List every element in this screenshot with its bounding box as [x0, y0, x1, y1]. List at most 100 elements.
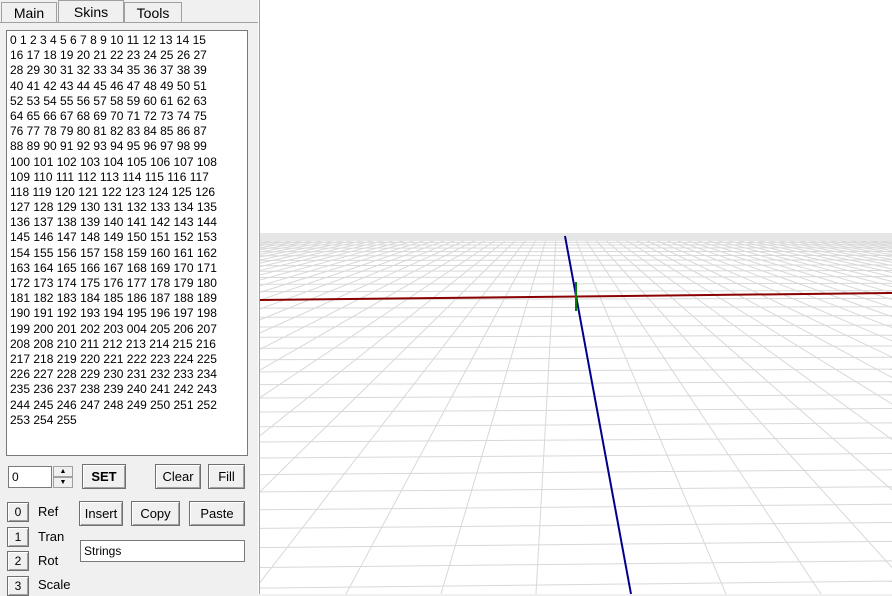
skin-list-line: 118 119 120 121 122 123 124 125 126 — [10, 185, 244, 200]
skin-list-line: 76 77 78 79 80 81 82 83 84 85 86 87 — [10, 124, 244, 139]
grid-line — [260, 423, 892, 427]
grid-line — [260, 382, 892, 385]
paste-button[interactable]: Paste — [189, 501, 245, 526]
ground-grid — [260, 0, 892, 594]
grid-line — [601, 236, 892, 594]
grid-line — [772, 236, 892, 594]
grid-line — [260, 236, 304, 594]
grid-line — [260, 487, 892, 492]
tab-skins-label: Skins — [74, 4, 108, 20]
skin-list-line: 208 208 210 211 212 213 214 215 216 — [10, 337, 244, 352]
grid-line — [260, 236, 340, 594]
fill-button[interactable]: Fill — [208, 464, 245, 489]
strings-value: Strings — [84, 544, 121, 558]
skin-number-value: 0 — [12, 470, 19, 484]
tab-divider — [0, 22, 258, 23]
skin-list-line: 100 101 102 103 104 105 106 107 108 — [10, 155, 244, 170]
insert-button[interactable]: Insert — [79, 501, 123, 526]
grid-line — [260, 236, 448, 594]
grid-line — [260, 236, 403, 594]
skin-list-line: 0 1 2 3 4 5 6 7 8 9 10 11 12 13 14 15 — [10, 33, 244, 48]
grid-line — [260, 236, 511, 594]
skin-list-line: 190 191 192 193 194 195 196 197 198 — [10, 306, 244, 321]
grid-line — [260, 236, 484, 594]
tab-skins[interactable]: Skins — [58, 0, 124, 22]
tab-main-label: Main — [14, 5, 44, 21]
grid-line — [260, 236, 376, 594]
grid-line — [536, 236, 556, 594]
grid-line — [260, 438, 892, 442]
tab-tools[interactable]: Tools — [124, 2, 182, 22]
grid-line — [718, 236, 892, 594]
skin-number-input[interactable]: 0 — [8, 466, 52, 488]
grid-line — [441, 236, 547, 594]
tab-main[interactable]: Main — [1, 2, 57, 22]
grid-line — [637, 236, 892, 594]
grid-line — [260, 581, 892, 588]
left-panel: Main Skins Tools 0 1 2 3 4 5 6 7 8 9 10 … — [0, 0, 258, 594]
strings-field[interactable]: Strings — [80, 540, 245, 562]
ref-key-button[interactable]: 0 — [7, 502, 29, 522]
skin-list-line: 16 17 18 19 20 21 22 23 24 25 26 27 — [10, 48, 244, 63]
ref-label: Ref — [38, 504, 58, 519]
grid-line — [709, 236, 892, 594]
grid-line — [260, 236, 529, 594]
grid-line — [260, 236, 385, 594]
z-axis-line — [565, 236, 631, 594]
tran-label: Tran — [38, 529, 64, 544]
copy-button[interactable]: Copy — [131, 501, 180, 526]
skin-list-line: 253 254 255 — [10, 413, 244, 428]
spin-up-arrow-icon[interactable]: ▲ — [53, 466, 73, 477]
skin-list-line: 109 110 111 112 113 114 115 116 117 — [10, 170, 244, 185]
skin-list-line: 217 218 219 220 221 222 223 224 225 — [10, 352, 244, 367]
rot-label: Rot — [38, 553, 58, 568]
grid-line — [808, 236, 892, 594]
grid-line — [260, 236, 358, 594]
set-button[interactable]: SET — [82, 464, 126, 489]
grid-line — [260, 236, 412, 594]
rot-key-button[interactable]: 2 — [7, 551, 29, 571]
scale-key-button[interactable]: 3 — [7, 576, 29, 596]
grid-line — [260, 335, 892, 337]
tran-key-button[interactable]: 1 — [7, 527, 29, 547]
skin-number-spinner: ▲ ▼ — [53, 466, 73, 488]
skin-list-line: 28 29 30 31 32 33 34 35 36 37 38 39 — [10, 63, 244, 78]
grid-line — [260, 236, 349, 594]
skin-list[interactable]: 0 1 2 3 4 5 6 7 8 9 10 11 12 13 14 1516 … — [6, 30, 248, 456]
grid-line — [260, 470, 892, 475]
grid-line — [655, 236, 892, 594]
grid-line — [260, 236, 493, 594]
scale-label: Scale — [38, 577, 71, 592]
grid-line — [646, 236, 892, 594]
skin-list-line: 52 53 54 55 56 57 58 59 60 61 62 63 — [10, 94, 244, 109]
grid-line — [260, 409, 892, 413]
grid-line — [260, 236, 286, 594]
skin-list-line: 154 155 156 157 158 159 160 161 162 — [10, 246, 244, 261]
grid-line — [619, 236, 892, 594]
skin-list-line: 199 200 201 202 203 004 205 206 207 — [10, 322, 244, 337]
grid-line — [260, 236, 394, 594]
grid-line — [260, 504, 892, 509]
grid-line — [260, 357, 892, 359]
grid-line — [862, 236, 892, 594]
grid-line — [260, 561, 892, 568]
grid-line — [835, 236, 892, 594]
skin-list-line: 181 182 183 184 185 186 187 188 189 — [10, 291, 244, 306]
grid-line — [260, 236, 421, 594]
grid-line — [682, 236, 892, 594]
grid-line — [691, 236, 892, 594]
clear-button[interactable]: Clear — [155, 464, 201, 489]
skin-list-line: 235 236 237 238 239 240 241 242 243 — [10, 382, 244, 397]
skin-list-line: 64 65 66 67 68 69 70 71 72 73 74 75 — [10, 109, 244, 124]
grid-line — [260, 522, 892, 528]
spin-down-arrow-icon[interactable]: ▼ — [53, 477, 73, 488]
grid-line — [592, 236, 892, 594]
grid-line — [799, 236, 892, 594]
grid-line — [346, 236, 538, 594]
3d-viewport[interactable] — [260, 0, 892, 594]
grid-line — [260, 236, 331, 594]
skin-list-line: 127 128 129 130 131 132 133 134 135 — [10, 200, 244, 215]
horizon-band — [260, 233, 892, 241]
grid-line — [260, 346, 892, 348]
grid-line — [583, 236, 821, 594]
